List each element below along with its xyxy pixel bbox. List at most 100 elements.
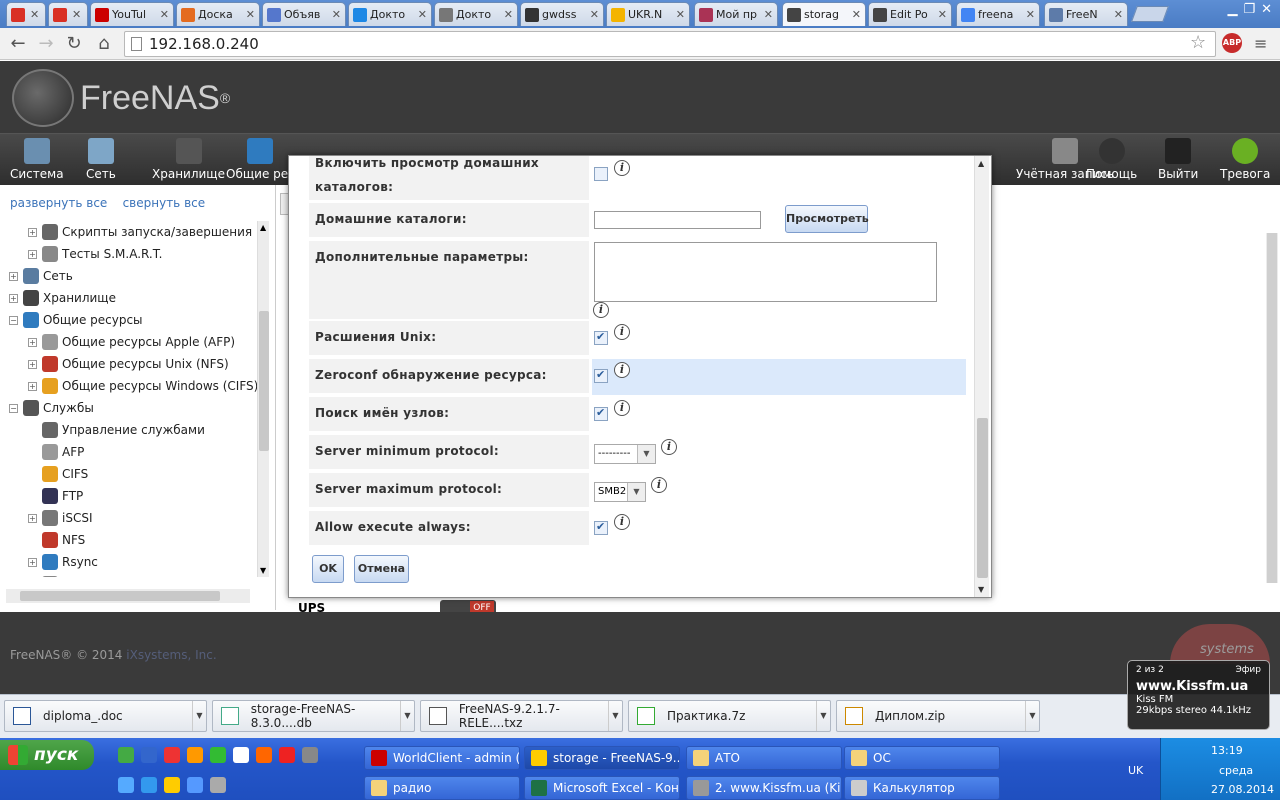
tab-close-icon[interactable]: ✕ <box>764 8 773 21</box>
checkbox[interactable] <box>594 406 608 421</box>
browser-tab[interactable]: Докто ✕ <box>348 2 432 26</box>
collapse-icon[interactable]: − <box>9 403 18 413</box>
browser-tab[interactable]: UKR.N ✕ <box>606 2 690 26</box>
tab-close-icon[interactable]: ✕ <box>246 8 255 21</box>
scroll-down-icon[interactable]: ▼ <box>260 566 266 575</box>
taskbar-button[interactable]: Microsoft Excel - Кон... <box>524 776 680 800</box>
browser-tab[interactable]: ✕ <box>48 2 88 26</box>
taskbar-button[interactable]: ОС <box>844 746 1000 770</box>
new-tab-button[interactable] <box>1131 6 1169 22</box>
browser-tab[interactable]: YouTul ✕ <box>90 2 174 26</box>
scroll-thumb[interactable] <box>259 311 269 451</box>
dialog-scroll-thumb[interactable] <box>977 418 988 578</box>
quick-launch-icon[interactable] <box>141 777 157 793</box>
browser-tab[interactable]: FreeN ✕ <box>1044 2 1128 26</box>
ok-button[interactable]: OK <box>312 555 344 583</box>
download-item[interactable]: diploma_.doc ▼ <box>4 700 207 732</box>
expand-icon[interactable]: + <box>9 293 18 303</box>
tab-close-icon[interactable]: ✕ <box>72 8 81 21</box>
tab-close-icon[interactable]: ✕ <box>938 8 947 21</box>
quick-launch-icon[interactable] <box>279 747 295 763</box>
forward-icon[interactable]: → <box>34 32 58 56</box>
tree-item[interactable]: AFP <box>28 441 84 463</box>
menu-icon[interactable]: ≡ <box>1254 34 1267 53</box>
browser-tab[interactable]: Edit Po ✕ <box>868 2 952 26</box>
expand-icon[interactable]: + <box>9 271 18 281</box>
tree-item[interactable]: + Rsync <box>28 551 98 573</box>
address-bar[interactable]: 192.168.0.240 <box>124 31 1216 57</box>
tree-vertical-scrollbar[interactable]: ▲ ▼ <box>257 221 269 577</box>
tab-close-icon[interactable]: ✕ <box>676 8 685 21</box>
chevron-down-icon[interactable]: ▼ <box>637 445 655 463</box>
quick-launch-icon[interactable] <box>118 777 134 793</box>
expand-all-link[interactable]: развернуть все <box>10 196 107 210</box>
tab-close-icon[interactable]: ✕ <box>852 8 861 21</box>
back-icon[interactable]: ← <box>6 32 30 56</box>
quick-launch-icon[interactable] <box>187 747 203 763</box>
chevron-down-icon[interactable]: ▼ <box>400 701 414 731</box>
info-icon[interactable]: i <box>614 362 630 378</box>
adblock-icon[interactable]: ABP <box>1222 33 1242 53</box>
quick-launch-icon[interactable] <box>302 747 318 763</box>
tree-item[interactable]: + Общие ресурсы Apple (AFP) <box>28 331 235 353</box>
taskbar-button[interactable]: storage - FreeNAS-9.... <box>524 746 680 770</box>
tree-item[interactable]: + Хранилище <box>9 287 116 309</box>
checkbox[interactable] <box>594 167 608 181</box>
protocol-select[interactable]: --------- ▼ <box>594 444 656 464</box>
dialog-scroll-up-icon[interactable]: ▲ <box>978 159 984 168</box>
dialog-scrollbar[interactable]: ▲ ▼ <box>974 156 989 597</box>
home-dirs-input[interactable] <box>594 211 761 229</box>
content-scrollbar[interactable] <box>1266 233 1278 583</box>
quick-launch-icon[interactable] <box>233 747 249 763</box>
checkbox[interactable] <box>594 520 608 535</box>
tree-item[interactable]: + iSCSI <box>28 507 93 529</box>
quick-launch-icon[interactable] <box>210 747 226 763</box>
tree-item[interactable]: − Службы <box>9 397 94 419</box>
tree-item[interactable]: + Тесты S.M.A.R.T. <box>28 243 162 265</box>
radio-notification[interactable]: 2 из 2 Эфир www.Kissfm.ua Kiss FM 29kbps … <box>1127 660 1270 730</box>
tree-item[interactable]: + Общие ресурсы Unix (NFS) <box>28 353 229 375</box>
quick-launch-icon[interactable] <box>210 777 226 793</box>
browse-button[interactable]: Просмотреть <box>785 205 869 233</box>
tree-horizontal-scrollbar[interactable] <box>6 589 250 603</box>
scroll-up-icon[interactable]: ▲ <box>260 223 266 232</box>
nav-sharing[interactable]: Общие рес <box>226 138 295 181</box>
cancel-button[interactable]: Отмена <box>354 555 409 583</box>
close-window-icon[interactable]: ✕ <box>1261 2 1272 17</box>
chevron-down-icon[interactable]: ▼ <box>627 483 645 501</box>
download-item[interactable]: Диплом.zip ▼ <box>836 700 1040 732</box>
browser-tab[interactable]: gwdss ✕ <box>520 2 604 26</box>
reload-icon[interactable]: ↻ <box>62 32 86 56</box>
taskbar-button[interactable]: Калькулятор <box>844 776 1000 800</box>
expand-icon[interactable]: + <box>28 513 37 523</box>
info-icon[interactable]: i <box>661 439 677 455</box>
quick-launch-icon[interactable] <box>187 777 203 793</box>
content-scroll-thumb[interactable] <box>1267 233 1277 583</box>
browser-tab[interactable]: Мой пр ✕ <box>694 2 778 26</box>
quick-launch-icon[interactable] <box>164 747 180 763</box>
quick-launch-icon[interactable] <box>118 747 134 763</box>
browser-tab[interactable]: Доска ✕ <box>176 2 260 26</box>
home-icon[interactable]: ⌂ <box>92 32 116 56</box>
nav-help[interactable]: Помощь <box>1086 138 1137 181</box>
nav-system[interactable]: Система <box>10 138 64 181</box>
info-icon[interactable]: i <box>614 400 630 416</box>
collapse-icon[interactable]: − <box>9 315 18 325</box>
info-icon[interactable]: i <box>651 477 667 493</box>
dialog-scroll-down-icon[interactable]: ▼ <box>978 585 984 594</box>
tab-close-icon[interactable]: ✕ <box>30 8 39 21</box>
nav-network[interactable]: Сеть <box>86 138 116 181</box>
quick-launch-icon[interactable] <box>256 747 272 763</box>
info-icon[interactable]: i <box>593 302 609 318</box>
chevron-down-icon[interactable]: ▼ <box>608 701 622 731</box>
chevron-down-icon[interactable]: ▼ <box>816 701 830 731</box>
chevron-down-icon[interactable]: ▼ <box>1025 701 1039 731</box>
tab-close-icon[interactable]: ✕ <box>332 8 341 21</box>
restore-icon[interactable]: ❐ <box>1243 2 1255 17</box>
chevron-down-icon[interactable]: ▼ <box>192 701 206 731</box>
language-indicator[interactable]: UK <box>1128 764 1143 777</box>
expand-icon[interactable]: + <box>28 227 37 237</box>
tree-item[interactable]: NFS <box>28 529 85 551</box>
checkbox[interactable] <box>594 368 608 383</box>
tab-close-icon[interactable]: ✕ <box>160 8 169 21</box>
